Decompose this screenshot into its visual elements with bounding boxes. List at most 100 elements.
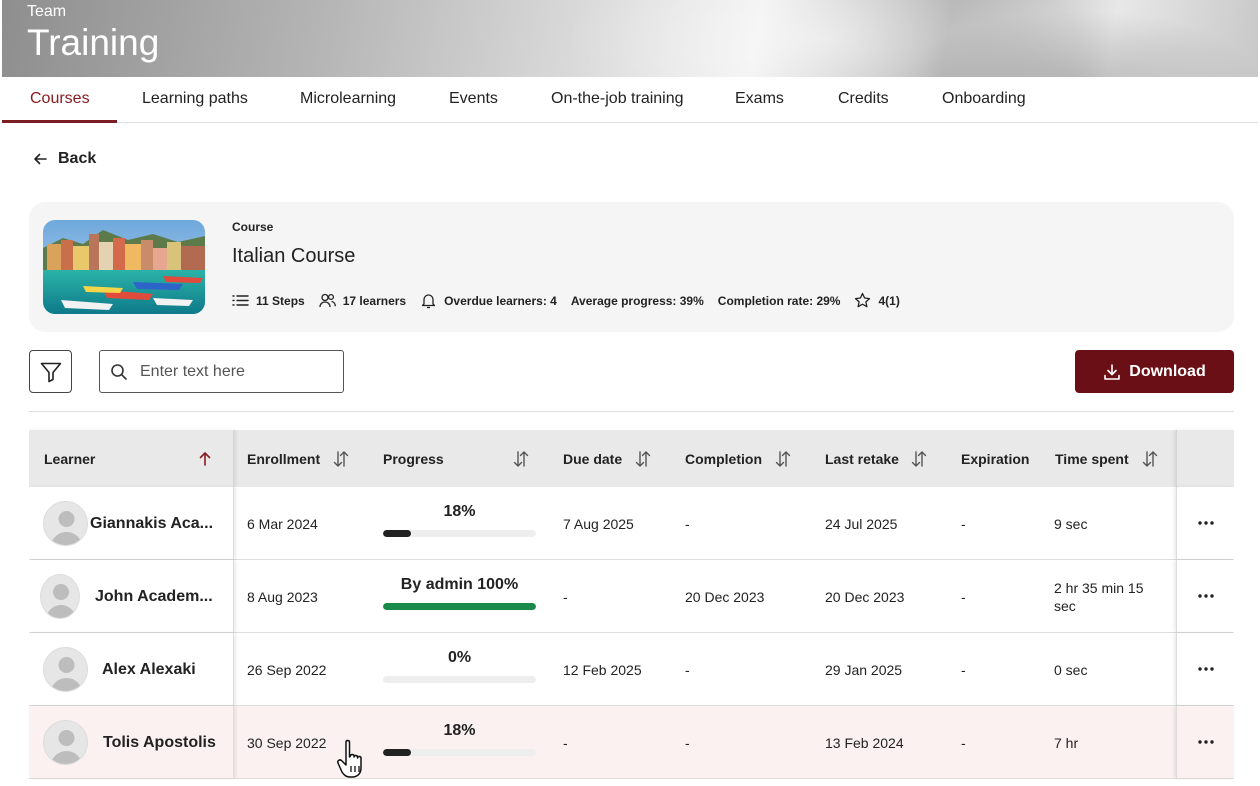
overdue-stat: Overdue learners: 4 (420, 292, 557, 309)
expiration-date: - (961, 588, 966, 605)
users-icon (319, 293, 336, 308)
sort-icon[interactable] (332, 450, 350, 468)
last-retake-date: 29 Jan 2025 (825, 661, 903, 678)
progress-label: 0% (447, 649, 472, 666)
tab-bar: Courses Learning paths Microlearning Eve… (2, 77, 1258, 123)
learners-count: 17 learners (342, 293, 407, 308)
sort-icon[interactable] (910, 450, 928, 468)
expiration-date: - (961, 734, 966, 751)
learner-name[interactable]: Giannakis Aca... (90, 487, 213, 560)
progress-fill (383, 749, 411, 756)
table-row[interactable]: Giannakis Aca... 6 Mar 2024 18% 7 Aug 20… (29, 487, 1234, 560)
column-header-completion[interactable]: Completion (685, 430, 762, 487)
more-options-icon[interactable] (1195, 515, 1217, 531)
table-header: Learner Enrollment Progress Due date Com… (29, 430, 1234, 487)
column-header-expiration: Expiration (961, 450, 1030, 467)
due-date: 7 Aug 2025 (563, 515, 634, 532)
table-row[interactable]: Tolis Apostolis 30 Sep 2022 18% - - 13 F… (29, 706, 1234, 779)
course-title: Italian Course (232, 245, 356, 267)
filter-button[interactable] (29, 350, 72, 393)
tab-exams[interactable]: Exams (735, 77, 784, 123)
header-banner: Team Training (2, 0, 1258, 77)
header-subtitle: Team (27, 3, 67, 20)
column-header-due-date[interactable]: Due date (563, 430, 622, 487)
filter-icon (40, 362, 61, 382)
last-retake-date: 13 Feb 2024 (825, 734, 904, 751)
learner-name[interactable]: John Academ... (95, 560, 213, 633)
learner-name[interactable]: Tolis Apostolis (103, 706, 216, 779)
column-header-progress[interactable]: Progress (383, 430, 444, 487)
completion-date: - (685, 734, 690, 751)
table-row[interactable]: John Academ... 8 Aug 2023 By admin 100% … (29, 560, 1234, 633)
avatar (43, 720, 88, 765)
progress-cell: 18% (383, 722, 536, 756)
progress-bar (383, 749, 536, 756)
due-date: - (563, 734, 568, 751)
sort-icon[interactable] (634, 450, 652, 468)
tab-on-the-job-training[interactable]: On-the-job training (551, 77, 684, 123)
more-options-icon[interactable] (1195, 588, 1217, 604)
bell-icon (421, 294, 436, 309)
learners-stat: 17 learners (319, 292, 406, 309)
back-label: Back (58, 150, 97, 167)
column-header-time-spent[interactable]: Time spent (1055, 430, 1129, 487)
course-thumbnail (43, 220, 205, 314)
learner-name[interactable]: Alex Alexaki (102, 633, 196, 706)
course-summary-card: Course Italian Course 11 Steps 17 learne… (29, 202, 1234, 332)
steps-count: 11 Steps (256, 293, 305, 308)
tab-microlearning[interactable]: Microlearning (300, 77, 396, 123)
star-icon (855, 292, 871, 308)
progress-cell: By admin 100% (383, 576, 536, 610)
enrollment-date: 30 Sep 2022 (247, 734, 327, 751)
progress-fill (383, 603, 536, 610)
sort-icon[interactable] (774, 450, 792, 468)
progress-label: 18% (443, 722, 476, 739)
column-header-learner[interactable]: Learner (44, 430, 95, 487)
completion-rate-value: Completion rate: 29% (717, 293, 841, 308)
search-box (99, 350, 344, 393)
avg-progress-stat: Average progress: 39% (571, 294, 704, 308)
time-spent: 0 sec (1054, 661, 1088, 678)
enrollment-date: 8 Aug 2023 (247, 588, 318, 605)
rating-value: 4(1) (878, 293, 900, 308)
progress-fill (383, 530, 411, 537)
progress-bar (383, 530, 536, 537)
due-date: - (563, 588, 568, 605)
sort-icon[interactable] (1141, 450, 1159, 468)
avatar (40, 574, 80, 619)
tab-credits[interactable]: Credits (838, 77, 889, 123)
search-input[interactable] (140, 362, 330, 381)
tab-events[interactable]: Events (449, 77, 498, 123)
completion-date: - (685, 515, 690, 532)
back-button[interactable]: Back (32, 150, 96, 168)
column-header-last-retake[interactable]: Last retake (825, 430, 899, 487)
tab-courses[interactable]: Courses (2, 77, 116, 123)
completion-date: 20 Dec 2023 (685, 588, 765, 605)
header-actions-cell (1176, 430, 1234, 487)
progress-label: By admin 100% (400, 576, 519, 593)
course-type-label: Course (232, 220, 274, 234)
completion-date: - (685, 661, 690, 678)
list-icon (232, 295, 249, 306)
table-row[interactable]: Alex Alexaki 26 Sep 2022 0% 12 Feb 2025 … (29, 633, 1234, 706)
progress-cell: 18% (383, 503, 536, 537)
avg-progress-value: Average progress: 39% (570, 293, 704, 308)
divider (29, 411, 1234, 412)
enrollment-date: 26 Sep 2022 (247, 661, 327, 678)
tab-learning-paths[interactable]: Learning paths (142, 77, 248, 123)
download-button[interactable]: Download (1075, 350, 1234, 393)
tab-onboarding[interactable]: Onboarding (942, 77, 1026, 123)
completion-rate-stat: Completion rate: 29% (718, 294, 841, 308)
column-header-enrollment[interactable]: Enrollment (247, 430, 320, 487)
sort-ascending-icon[interactable] (196, 450, 214, 468)
progress-bar (383, 603, 536, 610)
progress-cell: 0% (383, 649, 536, 683)
progress-bar (383, 676, 536, 683)
overdue-count: Overdue learners: 4 (444, 293, 557, 308)
rating-stat: 4(1) (854, 292, 900, 309)
more-options-icon[interactable] (1195, 734, 1217, 750)
download-icon (1104, 363, 1121, 380)
sort-icon[interactable] (512, 450, 530, 468)
time-spent: 2 hr 35 min 15 sec (1054, 579, 1144, 614)
more-options-icon[interactable] (1195, 661, 1217, 677)
